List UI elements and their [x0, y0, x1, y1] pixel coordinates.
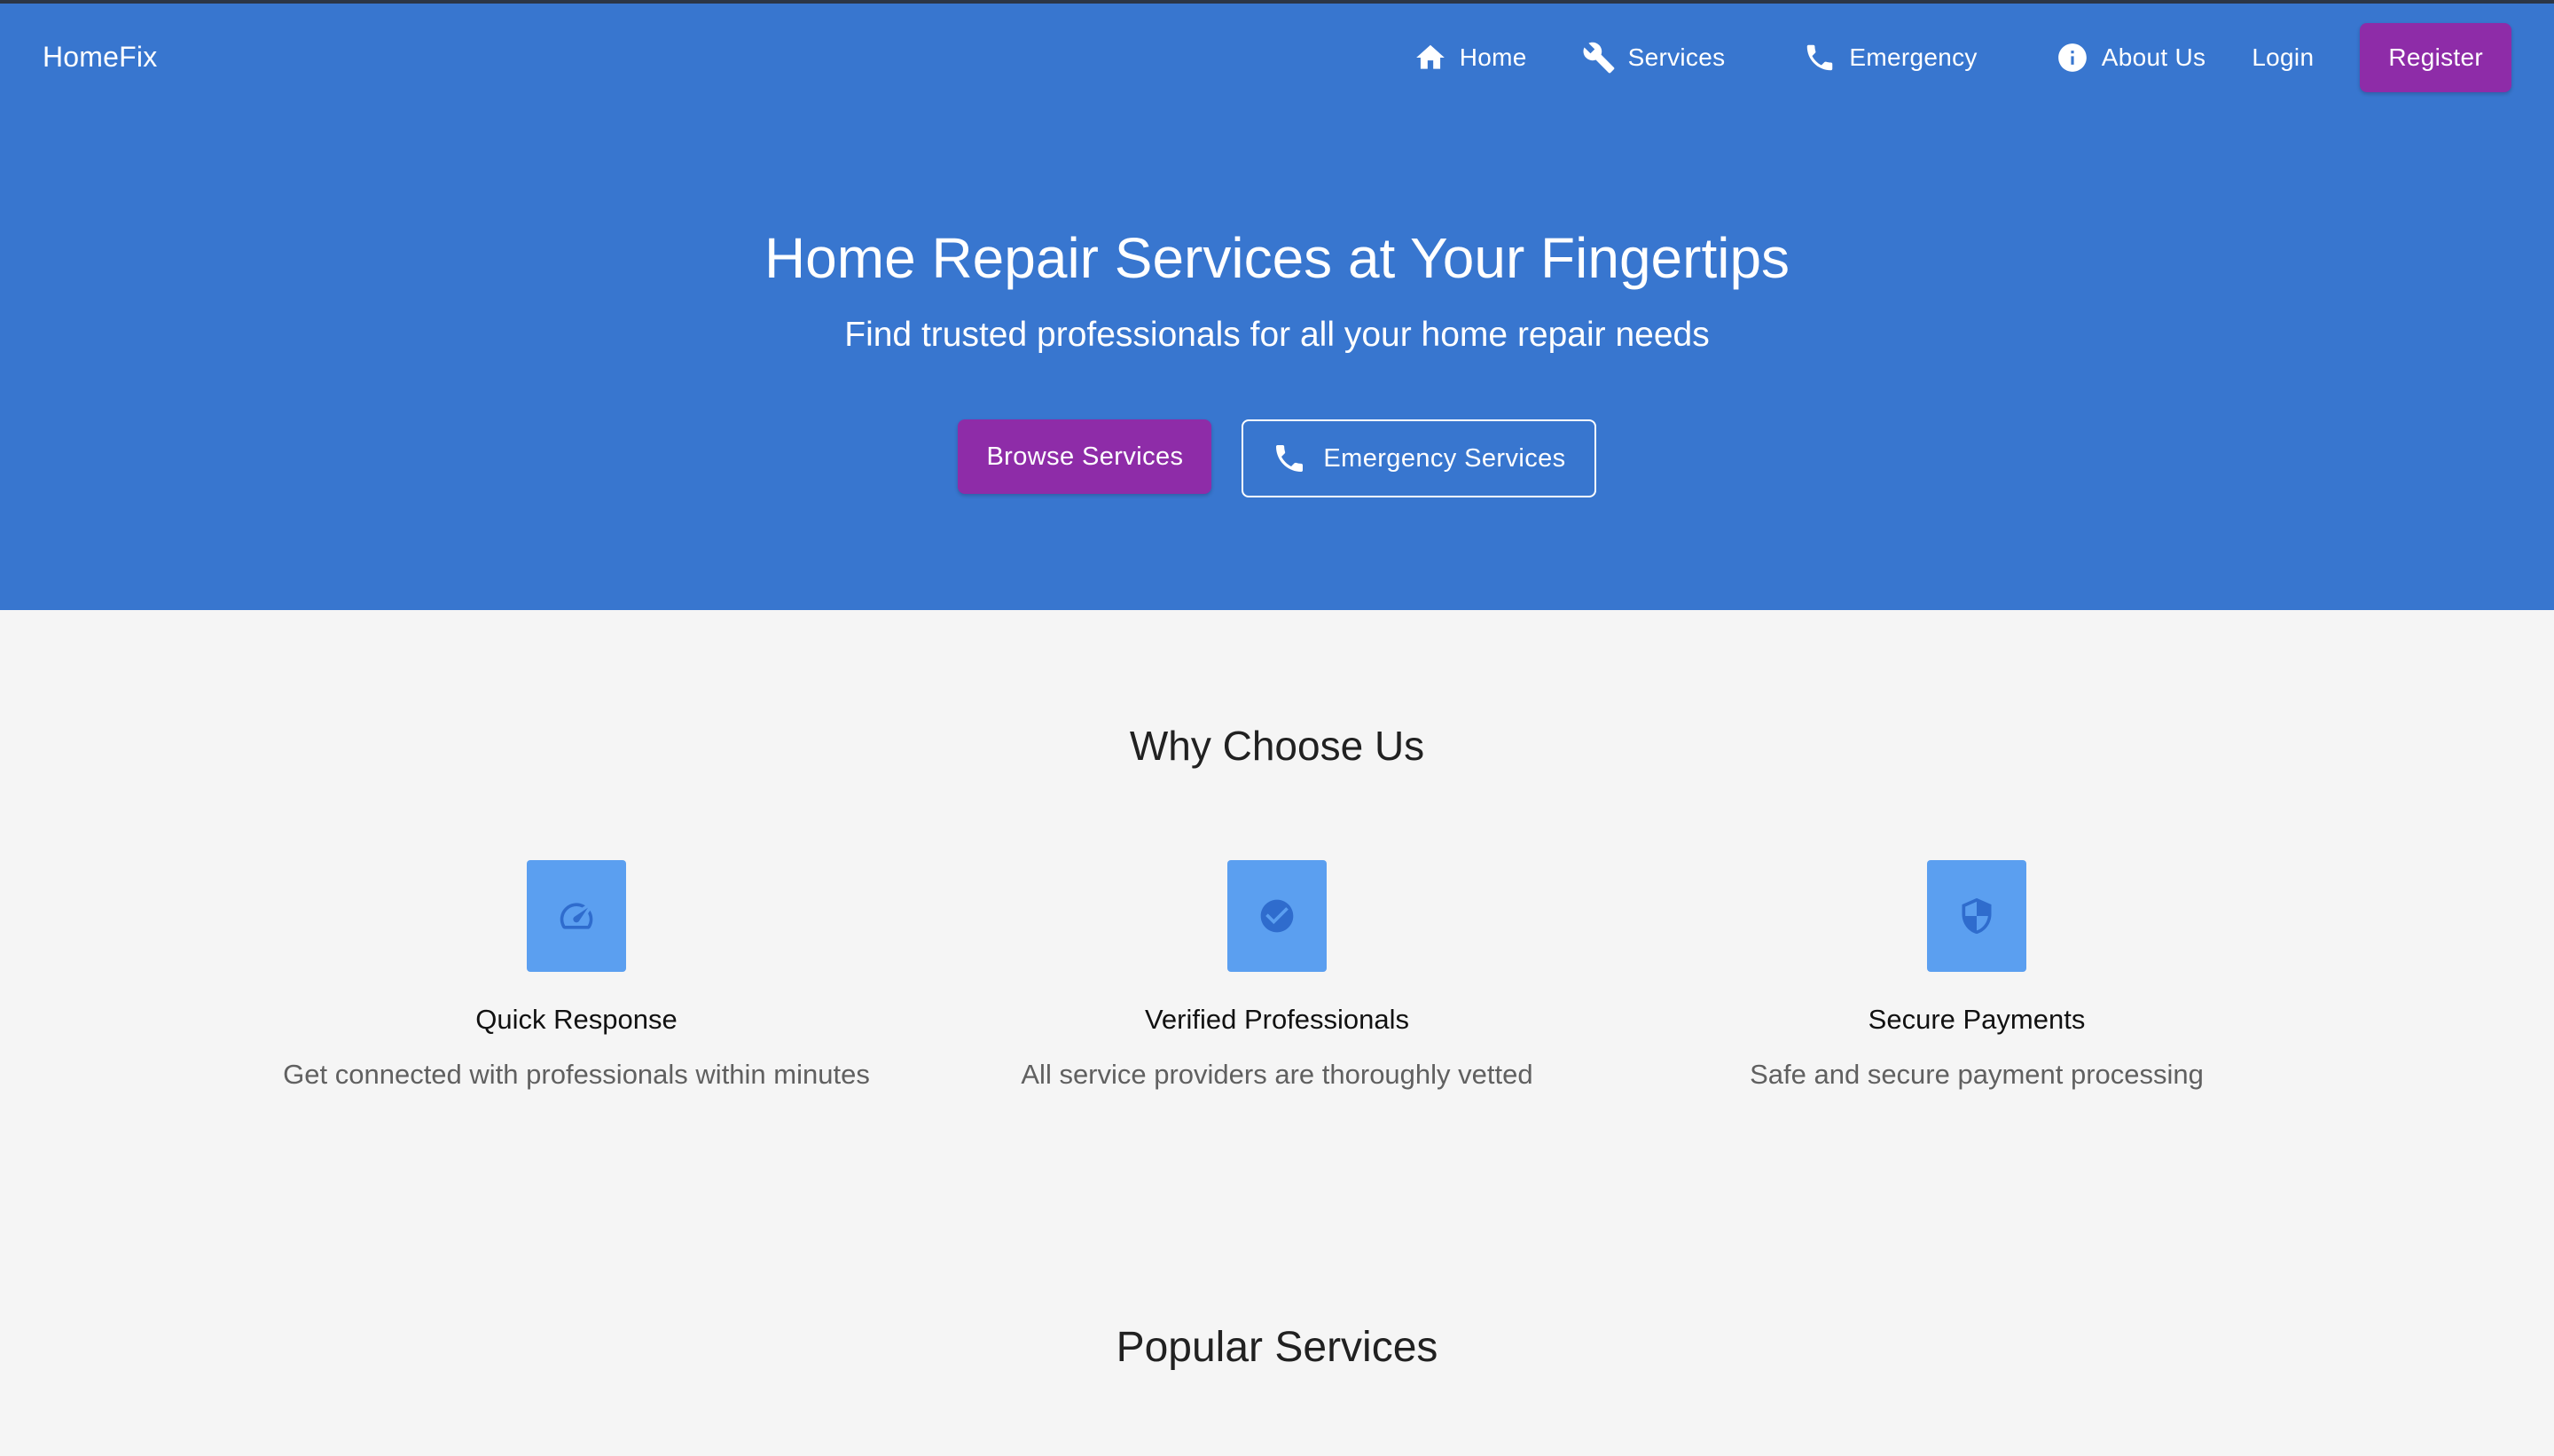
why-choose-us-section: Why Choose Us Quick Response Get connect…	[0, 610, 2554, 1456]
info-icon	[2057, 43, 2087, 72]
hero-subtitle: Find trusted professionals for all your …	[844, 316, 1710, 354]
feature-description: All service providers are thoroughly vet…	[1021, 1059, 1533, 1090]
feature-quick-response: Quick Response Get connected with profes…	[248, 860, 905, 1091]
hero-title: Home Repair Services at Your Fingertips	[764, 226, 1790, 290]
phone-icon	[1807, 44, 1833, 71]
feature-secure-payments: Secure Payments Safe and secure payment …	[1649, 860, 2305, 1091]
nav-about-label: About Us	[2101, 43, 2206, 71]
feature-verified-professionals: Verified Professionals All service provi…	[949, 860, 1605, 1091]
phone-icon	[1276, 445, 1304, 472]
register-button[interactable]: Register	[2360, 23, 2511, 92]
feature-icon-box	[527, 860, 626, 972]
why-choose-us-title: Why Choose Us	[1129, 723, 1425, 769]
main-nav: Home Services Emergency About Us Login R…	[1391, 23, 2511, 92]
feature-title: Verified Professionals	[1144, 1004, 1410, 1035]
app-bar: HomeFix Home Services Emergency About Us…	[0, 4, 2554, 110]
hero-section: Home Repair Services at Your Fingertips …	[0, 110, 2554, 610]
home-icon	[1415, 44, 1445, 69]
nav-home[interactable]: Home	[1391, 23, 1550, 92]
emergency-services-button[interactable]: Emergency Services	[1242, 419, 1596, 497]
verified-icon	[1260, 899, 1294, 933]
nav-home-label: Home	[1459, 43, 1527, 71]
shield-icon	[1962, 897, 1992, 935]
brand-logo[interactable]: HomeFix	[43, 4, 157, 110]
nav-login[interactable]: Login	[2229, 23, 2337, 92]
feature-icon-box	[1227, 860, 1327, 972]
nav-about[interactable]: About Us	[2033, 23, 2229, 92]
nav-emergency-label: Emergency	[1849, 43, 1978, 71]
hero-actions: Browse Services Emergency Services	[0, 419, 2554, 497]
nav-services-label: Services	[1627, 43, 1726, 71]
nav-emergency[interactable]: Emergency	[1780, 23, 2000, 92]
nav-login-label: Login	[2252, 43, 2315, 71]
feature-title: Quick Response	[475, 1004, 678, 1035]
feature-title: Secure Payments	[1868, 1004, 2086, 1035]
emergency-services-label: Emergency Services	[1323, 443, 1566, 473]
speed-icon	[560, 903, 593, 929]
popular-services-title: Popular Services	[1116, 1324, 1438, 1371]
nav-services[interactable]: Services	[1559, 23, 1749, 92]
browse-services-button[interactable]: Browse Services	[958, 419, 1212, 494]
wrench-icon	[1583, 42, 1615, 74]
feature-icon-box	[1927, 860, 2026, 972]
feature-description: Safe and secure payment processing	[1750, 1059, 2204, 1090]
feature-description: Get connected with professionals within …	[283, 1059, 870, 1090]
